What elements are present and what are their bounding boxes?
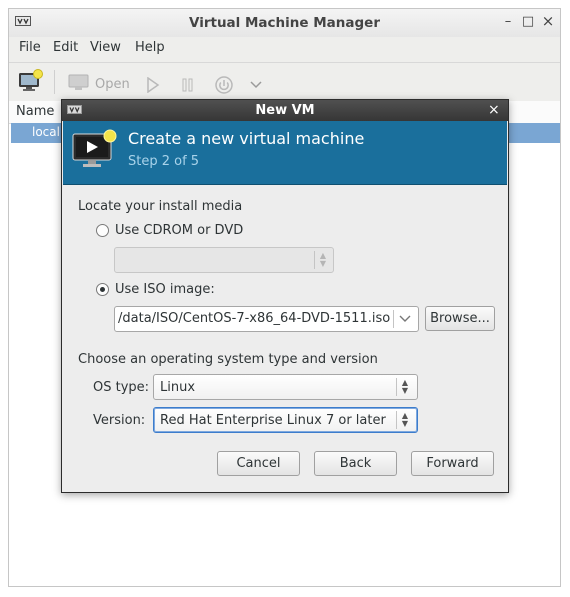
menu-file[interactable]: File [19, 40, 41, 55]
cdrom-radio-label[interactable]: Use CDROM or DVD [115, 223, 243, 238]
close-icon[interactable]: × [488, 102, 500, 118]
combo-separator [396, 411, 397, 429]
maximize-icon[interactable]: □ [520, 14, 536, 29]
iso-radio-label[interactable]: Use ISO image: [115, 282, 215, 297]
dialog-header-banner: Create a new virtual machine Step 2 of 5 [63, 121, 507, 185]
dialog-titlebar: New VM × [62, 100, 508, 121]
close-icon[interactable]: × [540, 12, 556, 30]
forward-button[interactable]: Forward [411, 451, 494, 476]
header-title: Create a new virtual machine [128, 129, 365, 148]
combo-separator [393, 310, 394, 328]
toolbar-separator [54, 70, 55, 94]
os-section-label: Choose an operating system type and vers… [78, 352, 378, 367]
play-icon[interactable] [146, 77, 160, 93]
combo-arrows-icon: ▲ ▼ [319, 251, 327, 268]
main-titlebar: Virtual Machine Manager – □ × [9, 9, 560, 38]
os-type-label: OS type: [93, 380, 150, 395]
new-vm-icon[interactable] [18, 69, 44, 93]
combo-arrows-icon: ▲ ▼ [401, 378, 409, 395]
cdrom-radio[interactable] [96, 224, 109, 237]
combo-separator [314, 251, 315, 269]
chevron-down-icon[interactable] [250, 81, 262, 89]
open-button[interactable]: Open [95, 77, 130, 92]
cdrom-device-select[interactable]: ▲ ▼ [114, 247, 334, 273]
new-vm-dialog: New VM × Create a new virtual machine St… [61, 99, 509, 493]
iso-path-combo[interactable]: /data/ISO/CentOS-7-x86_64-DVD-1511.iso [114, 306, 419, 332]
combo-separator [396, 378, 397, 396]
menu-view[interactable]: View [90, 40, 121, 55]
version-select[interactable]: Red Hat Enterprise Linux 7 or later ▲ ▼ [153, 407, 418, 433]
os-type-select[interactable]: Linux ▲ ▼ [153, 374, 418, 400]
version-label: Version: [93, 413, 146, 428]
version-value: Red Hat Enterprise Linux 7 or later [160, 413, 386, 428]
browse-button[interactable]: Browse... [425, 306, 495, 331]
name-column-header[interactable]: Name [16, 104, 54, 119]
dialog-title: New VM [255, 103, 315, 118]
iso-radio[interactable] [96, 283, 109, 296]
chevron-down-icon[interactable] [399, 315, 411, 323]
new-vm-icon [72, 129, 117, 167]
minimize-icon[interactable]: – [500, 14, 516, 29]
menu-edit[interactable]: Edit [53, 40, 78, 55]
menu-help[interactable]: Help [135, 40, 165, 55]
iso-path-value[interactable]: /data/ISO/CentOS-7-x86_64-DVD-1511.iso [118, 311, 390, 326]
monitor-icon [68, 74, 89, 90]
toolbar: Open [9, 63, 560, 102]
step-indicator: Step 2 of 5 [128, 154, 200, 169]
combo-arrows-icon: ▲ ▼ [401, 411, 409, 428]
back-button[interactable]: Back [314, 451, 397, 476]
cancel-button[interactable]: Cancel [217, 451, 300, 476]
os-type-value: Linux [160, 380, 196, 395]
pause-icon[interactable] [181, 78, 195, 92]
window-title: Virtual Machine Manager [189, 15, 380, 31]
install-media-label: Locate your install media [78, 199, 243, 214]
power-icon[interactable] [214, 75, 234, 95]
menubar: File Edit View Help [9, 37, 560, 63]
